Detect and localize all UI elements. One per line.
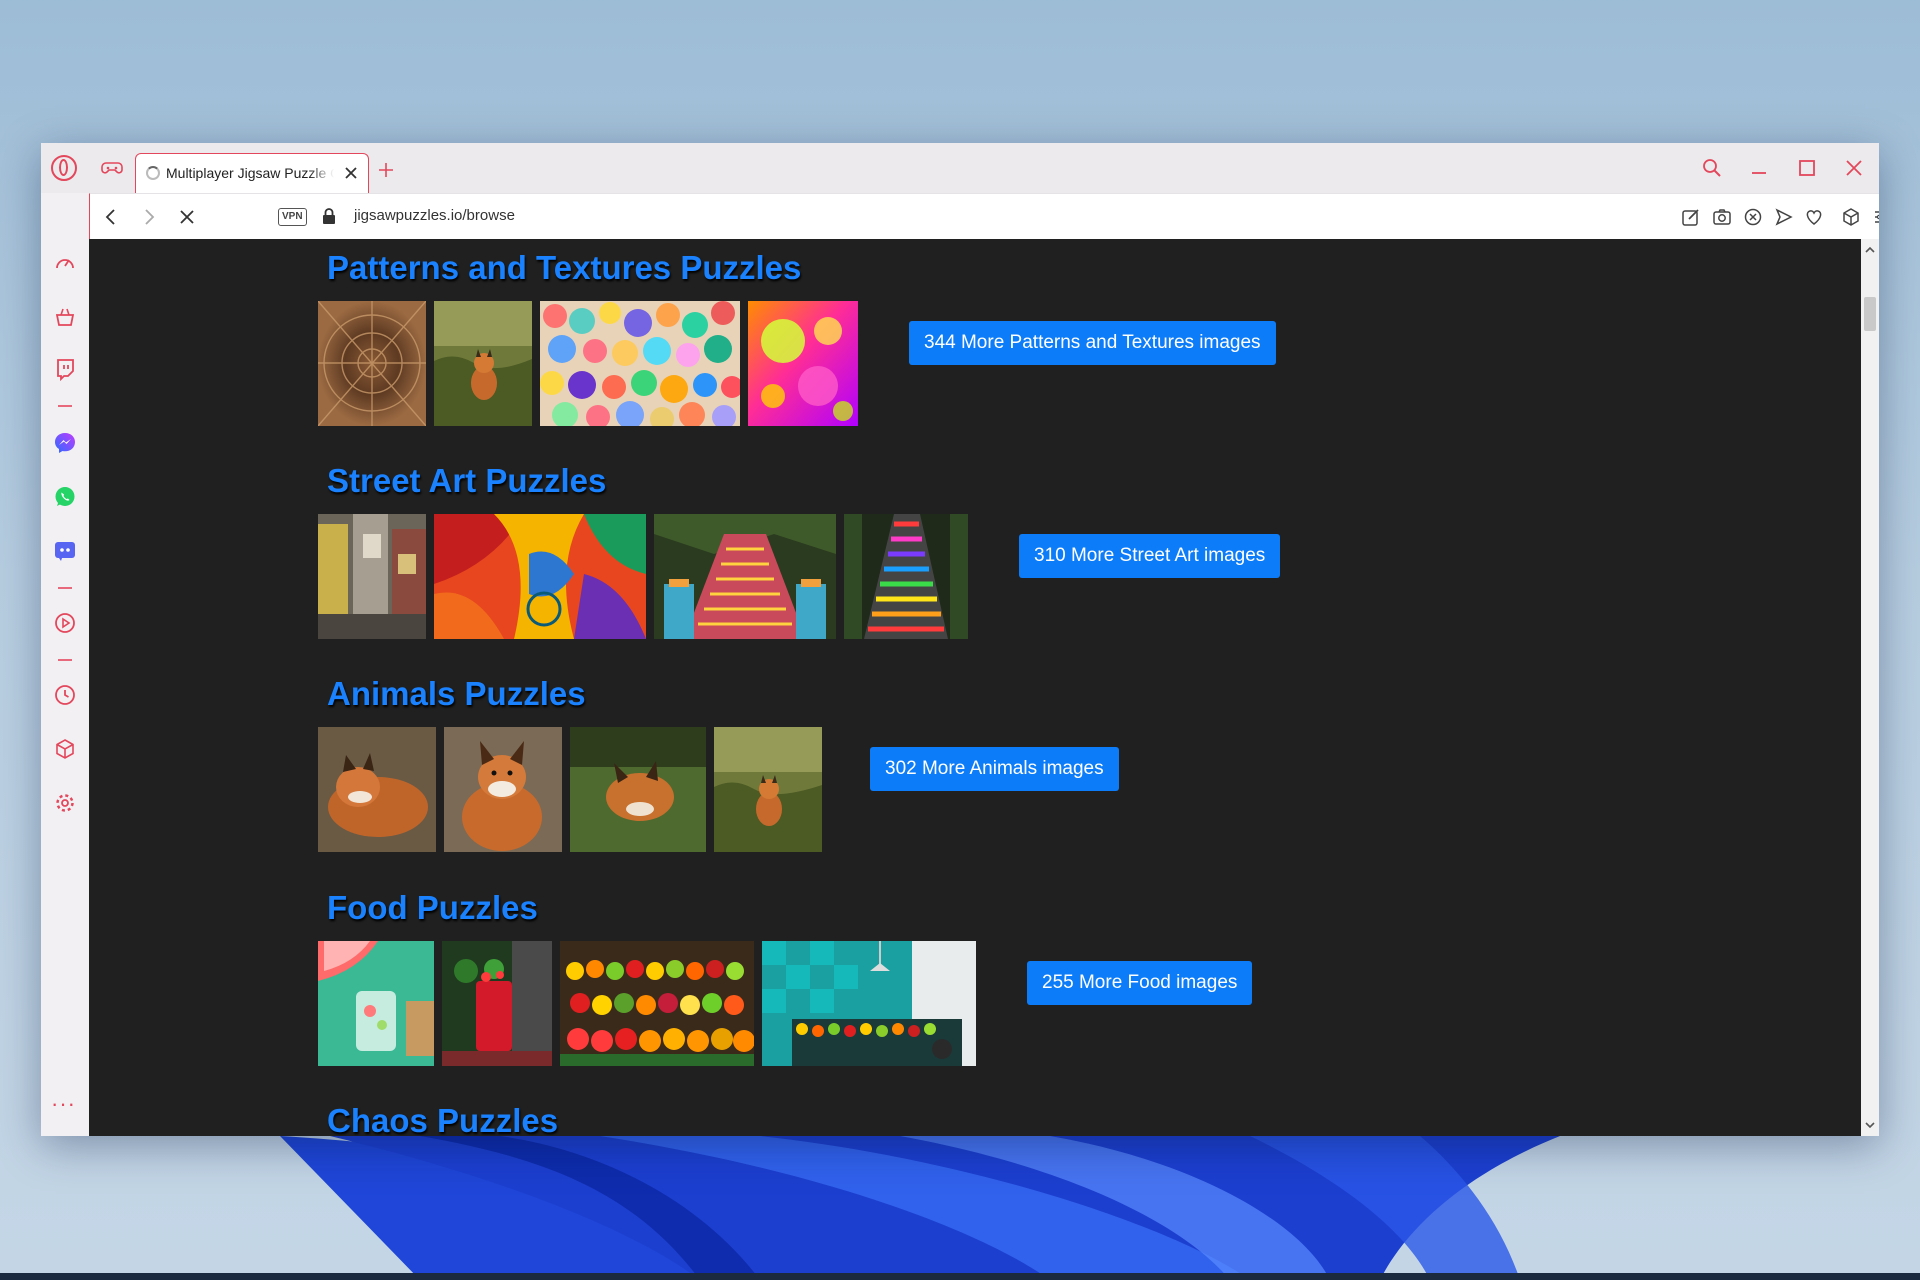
easy-setup-icon[interactable] [1871, 206, 1879, 228]
whatsapp-icon[interactable] [53, 485, 77, 509]
minimize-icon[interactable] [1748, 157, 1770, 179]
speed-dial-icon[interactable] [53, 251, 77, 275]
messenger-icon[interactable] [53, 431, 77, 455]
tab-title: Multiplayer Jigsaw Puzzle Online [166, 165, 334, 181]
ad-blocker-icon[interactable] [1742, 206, 1764, 228]
puzzle-thumbnail[interactable] [434, 301, 532, 426]
puzzle-thumbnail[interactable] [844, 514, 968, 639]
puzzle-thumbnail[interactable] [318, 301, 426, 426]
address-bar: VPN jigsawpuzzles.io/browse [89, 193, 1879, 239]
player-icon[interactable] [53, 611, 77, 635]
browser-window: Multiplayer Jigsaw Puzzle Online [41, 143, 1879, 1136]
scrollbar-thumb[interactable] [1864, 297, 1876, 331]
twitch-icon[interactable] [53, 357, 77, 381]
scroll-up-icon[interactable] [1865, 245, 1875, 255]
cube-icon[interactable] [1840, 206, 1862, 228]
page-content: Patterns and Textures Puzzles 344 More P… [89, 239, 1861, 1136]
heart-icon[interactable] [1803, 206, 1825, 228]
puzzle-thumbnail[interactable] [434, 514, 646, 639]
puzzle-thumbnail[interactable] [570, 727, 706, 852]
opera-logo-icon[interactable] [51, 155, 77, 181]
loading-spinner-icon [146, 166, 160, 180]
puzzle-thumbnail[interactable] [444, 727, 562, 852]
close-tab-icon[interactable] [342, 164, 360, 182]
more-images-button[interactable]: 255 More Food images [1027, 961, 1253, 1005]
tab-active[interactable]: Multiplayer Jigsaw Puzzle Online [135, 153, 369, 193]
lock-icon[interactable] [321, 207, 337, 225]
more-images-button[interactable]: 344 More Patterns and Textures images [909, 321, 1276, 365]
close-window-icon[interactable] [1843, 157, 1865, 179]
sidebar: ··· [41, 193, 89, 1136]
gamepad-icon[interactable] [101, 158, 123, 178]
puzzle-thumbnail[interactable] [560, 941, 754, 1066]
vertical-scrollbar[interactable] [1861, 239, 1879, 1136]
puzzle-thumbnail[interactable] [762, 941, 976, 1066]
section-title[interactable]: Chaos Puzzles [327, 1102, 558, 1136]
more-images-button[interactable]: 310 More Street Art images [1019, 534, 1281, 578]
discord-icon[interactable] [53, 539, 77, 563]
section-title[interactable]: Street Art Puzzles [327, 462, 606, 500]
sidebar-separator [58, 587, 72, 589]
url-field[interactable]: jigsawpuzzles.io/browse [354, 207, 515, 224]
back-icon[interactable] [100, 206, 122, 228]
puzzle-thumbnail[interactable] [748, 301, 858, 426]
section-title[interactable]: Animals Puzzles [327, 675, 586, 713]
puzzle-thumbnail[interactable] [540, 301, 740, 426]
shopping-icon[interactable] [53, 305, 77, 329]
section-title[interactable]: Food Puzzles [327, 889, 538, 927]
sidebar-more-button[interactable]: ··· [51, 1093, 76, 1115]
section-title[interactable]: Patterns and Textures Puzzles [327, 249, 801, 287]
scroll-down-icon[interactable] [1865, 1120, 1875, 1130]
camera-icon[interactable] [1711, 206, 1733, 228]
puzzle-thumbnail[interactable] [442, 941, 552, 1066]
edit-icon[interactable] [1680, 206, 1702, 228]
taskbar-edge [0, 1273, 1920, 1280]
maximize-icon[interactable] [1796, 157, 1818, 179]
puzzle-thumbnail[interactable] [318, 514, 426, 639]
history-icon[interactable] [53, 683, 77, 707]
search-tabs-icon[interactable] [1701, 157, 1723, 179]
extensions-icon[interactable] [53, 737, 77, 761]
new-tab-icon[interactable] [377, 161, 395, 179]
puzzle-thumbnail[interactable] [714, 727, 822, 852]
more-images-button[interactable]: 302 More Animals images [870, 747, 1119, 791]
puzzle-thumbnail[interactable] [654, 514, 836, 639]
sidebar-separator [58, 405, 72, 407]
vpn-badge[interactable]: VPN [278, 208, 307, 226]
settings-icon[interactable] [53, 791, 77, 815]
puzzle-thumbnail[interactable] [318, 941, 434, 1066]
send-icon[interactable] [1773, 206, 1795, 228]
puzzle-thumbnail[interactable] [318, 727, 436, 852]
title-bar: Multiplayer Jigsaw Puzzle Online [41, 143, 1879, 193]
stop-loading-icon[interactable] [176, 206, 198, 228]
sidebar-separator [58, 659, 72, 661]
forward-icon[interactable] [138, 206, 160, 228]
